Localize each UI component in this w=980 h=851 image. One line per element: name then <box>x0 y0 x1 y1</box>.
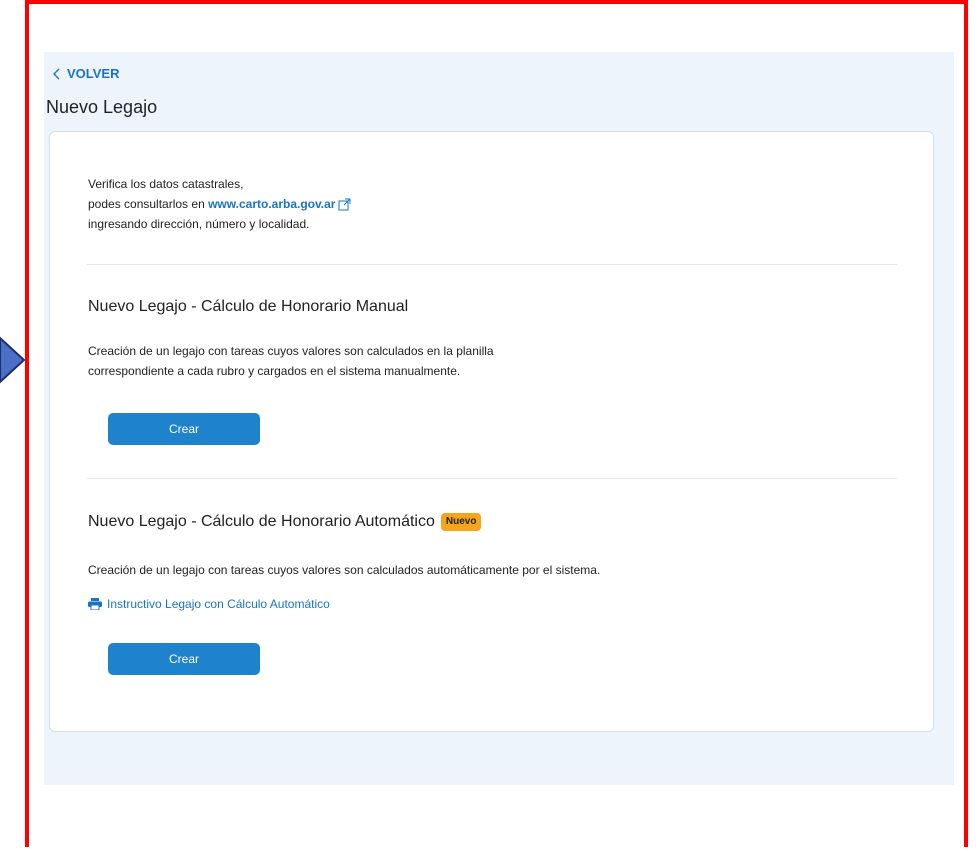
create-automatic-button[interactable]: Crear <box>108 643 260 675</box>
manual-desc-line-1: Creación de un legajo con tareas cuyos v… <box>88 344 494 358</box>
intro-line-3: ingresando dirección, número y localidad… <box>88 217 310 231</box>
automatic-title-text: Nuevo Legajo - Cálculo de Honorario Auto… <box>88 513 435 530</box>
manual-description: Creación de un legajo con tareas cuyos v… <box>88 341 494 381</box>
manual-desc-line-2: correspondiente a cada rubro y cargados … <box>88 364 461 378</box>
carto-link[interactable]: www.carto.arba.gov.ar <box>208 197 335 211</box>
intro-text: Verifica los datos catastrales, podes co… <box>88 174 351 234</box>
divider <box>87 478 897 479</box>
divider <box>87 264 897 265</box>
page-title: Nuevo Legajo <box>46 97 158 117</box>
print-icon <box>88 598 102 610</box>
intro-line-2: podes consultarlos en www.carto.arba.gov… <box>88 194 351 214</box>
manual-section-title: Nuevo Legajo - Cálculo de Honorario Manu… <box>88 298 408 316</box>
create-manual-button[interactable]: Crear <box>108 413 260 445</box>
back-link[interactable]: VOLVER <box>53 66 120 81</box>
external-link-icon[interactable] <box>338 198 351 211</box>
instructivo-label: Instructivo Legajo con Cálculo Automátic… <box>107 597 330 611</box>
automatic-description: Creación de un legajo con tareas cuyos v… <box>88 563 601 577</box>
chevron-left-icon <box>53 68 60 79</box>
new-badge: Nuevo <box>440 513 482 531</box>
intro-line-2-prefix: podes consultarlos en <box>88 197 209 211</box>
back-label: VOLVER <box>67 66 120 81</box>
manual-title-text: Nuevo Legajo - Cálculo de Honorario Manu… <box>88 298 409 315</box>
pointer-arrow-icon <box>0 336 26 384</box>
intro-line-1: Verifica los datos catastrales, <box>88 177 244 191</box>
automatic-section-title: Nuevo Legajo - Cálculo de Honorario Auto… <box>88 513 482 531</box>
instructivo-link[interactable]: Instructivo Legajo con Cálculo Automátic… <box>88 597 330 611</box>
